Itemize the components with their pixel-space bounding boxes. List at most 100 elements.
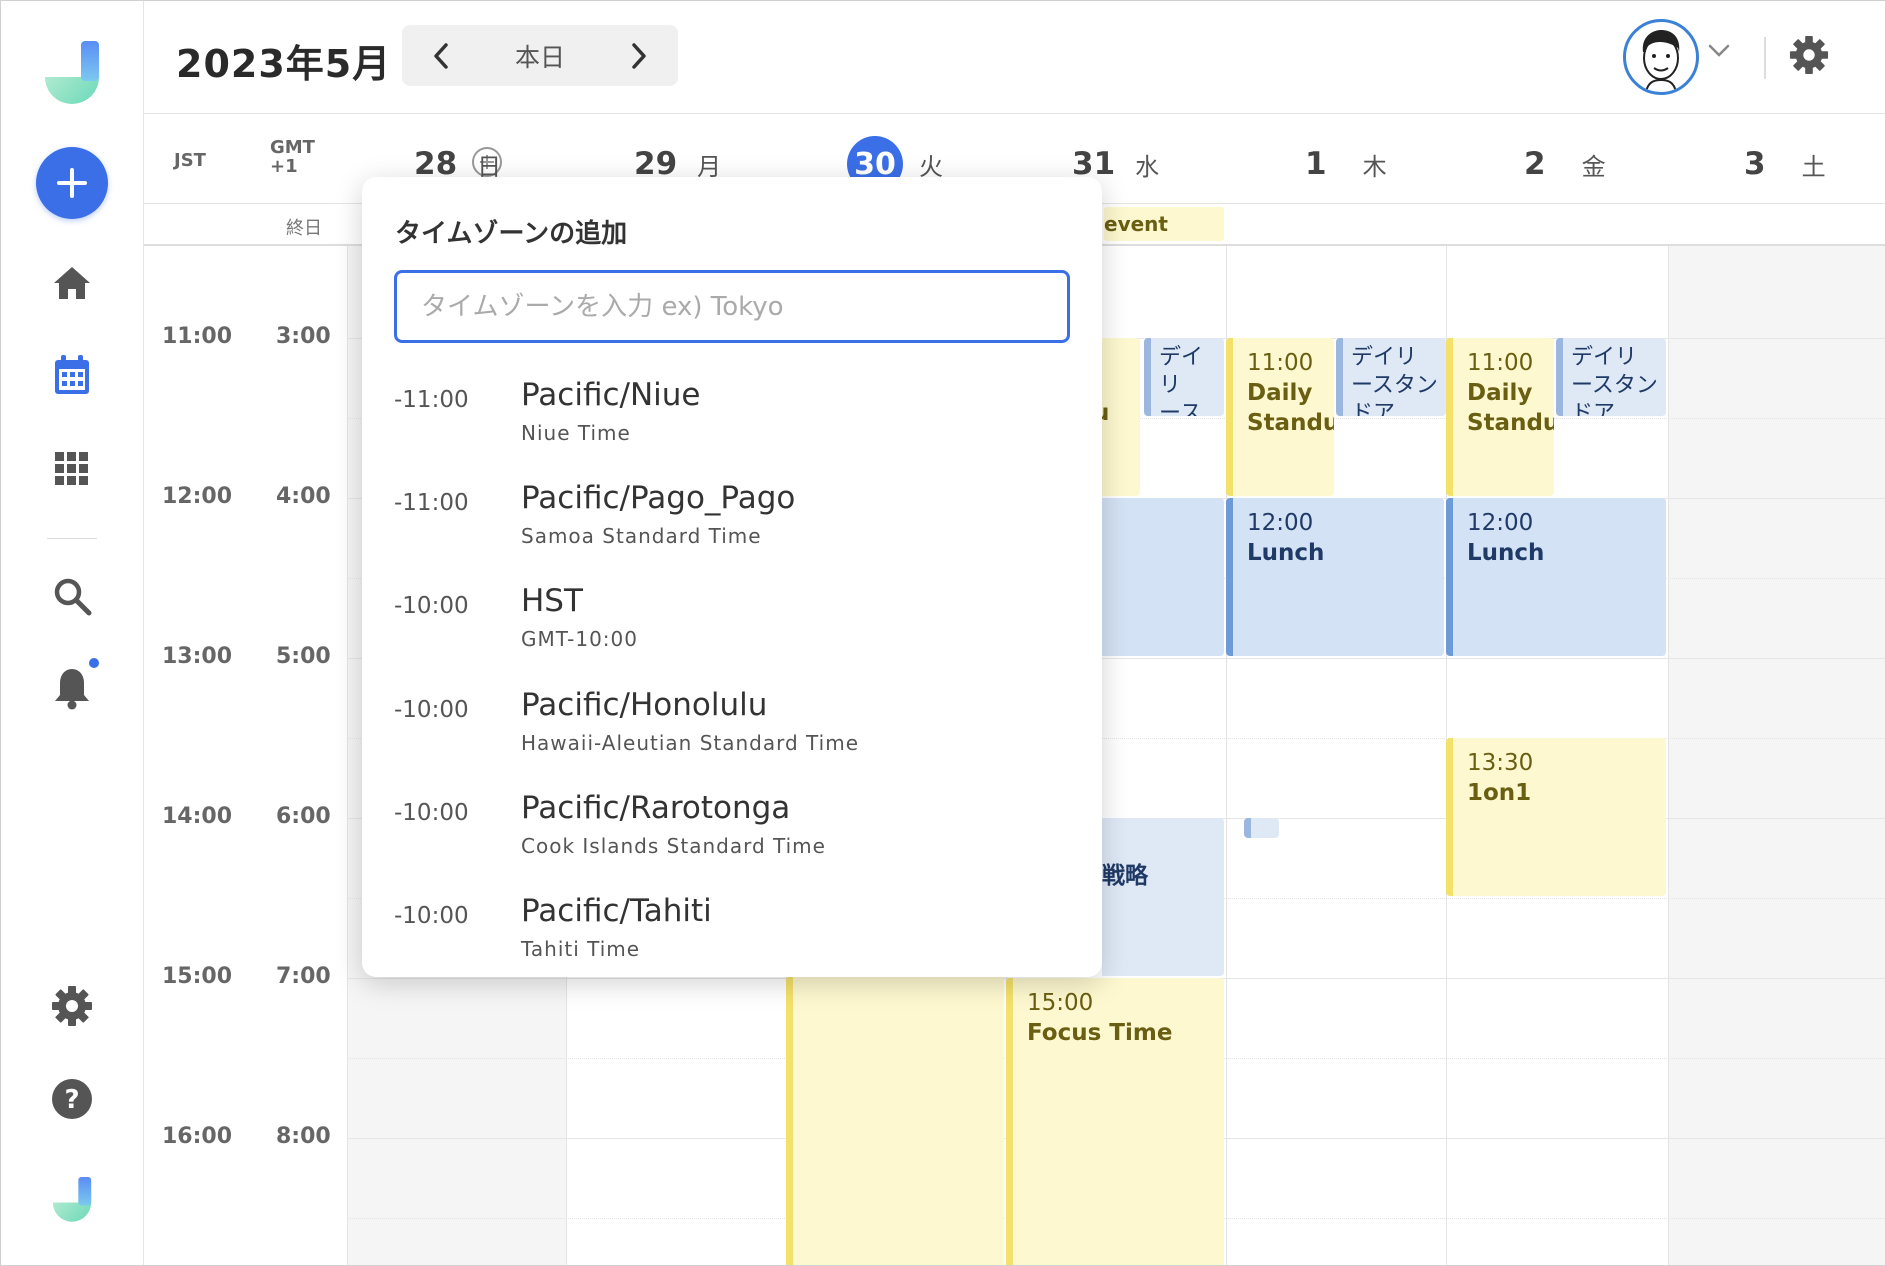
day-header-sat[interactable]: 3 土 — [1744, 139, 1826, 189]
notification-badge — [87, 656, 101, 670]
weekend-column-sat — [1668, 246, 1885, 1265]
chevron-down-icon — [1708, 44, 1730, 57]
month-title: 2023年5月 — [176, 42, 392, 86]
home-icon — [54, 267, 90, 299]
event-focus-wed[interactable]: 15:00 Focus Time — [1006, 978, 1224, 1265]
timezone-search-input[interactable] — [394, 270, 1070, 343]
day-number: 3 — [1744, 146, 1766, 182]
timezone-offset: -10:00 — [394, 903, 469, 929]
timezone-offset: -10:00 — [394, 697, 469, 723]
nav-home[interactable] — [37, 248, 107, 318]
time-label-secondary: 3:00 — [276, 324, 331, 349]
today-button[interactable]: 本日 — [515, 38, 565, 74]
event-title: 戦略 — [1102, 863, 1148, 889]
day-name: 木 — [1362, 152, 1387, 181]
gear-icon — [52, 986, 92, 1026]
search-icon — [54, 578, 92, 616]
timezone-name: Pacific/Tahiti — [521, 893, 712, 929]
all-day-event[interactable]: event — [1104, 207, 1224, 241]
event-1on1-fri[interactable]: 13:30 1on1 — [1446, 738, 1666, 896]
event-title: Daily Standup — [1467, 380, 1554, 436]
event-time: 12:00 — [1247, 510, 1314, 536]
event-block-tue[interactable] — [786, 976, 1004, 1265]
timezone-option[interactable]: -10:00 Pacific/Tahiti Tahiti Time — [362, 883, 1102, 983]
event-strategy-wed[interactable]: 戦略 — [1102, 818, 1224, 976]
event-lunch-wed[interactable] — [1102, 498, 1224, 656]
primary-timezone-label[interactable]: JST — [174, 150, 206, 171]
event-title: Lunch — [1247, 540, 1325, 566]
event-daily-fri[interactable]: デイリ ースタン ドア — [1556, 338, 1666, 416]
day-name: 土 — [1801, 152, 1826, 181]
user-avatar[interactable] — [1623, 19, 1699, 95]
timezone-option[interactable]: -11:00 Pacific/Pago_Pago Samoa Standard … — [362, 470, 1102, 570]
timezone-description: Hawaii-Aleutian Standard Time — [521, 731, 859, 755]
time-label: 15:00 — [162, 964, 233, 989]
popover-title: タイムゾーンの追加 — [395, 219, 628, 249]
day-name: 水 — [1135, 152, 1160, 181]
event-standup-thu[interactable]: 11:00 Daily Standup — [1226, 338, 1334, 496]
event-title: Lunch — [1467, 540, 1545, 566]
timezone-option[interactable]: -10:00 Pacific/Rarotonga Cook Islands St… — [362, 780, 1102, 880]
timezone-description: Niue Time — [521, 421, 631, 445]
all-day-label: 終日 — [286, 218, 322, 239]
nav-settings[interactable] — [37, 971, 107, 1041]
event-title: デイリ ースタン ドア — [1571, 345, 1658, 416]
timezone-description: Cook Islands Standard Time — [521, 834, 826, 858]
day-header-thu[interactable]: 1 木 — [1305, 139, 1387, 189]
nav-calendar[interactable] — [37, 340, 107, 410]
next-button[interactable] — [624, 36, 654, 76]
event-lunch-thu[interactable]: 12:00 Lunch — [1226, 498, 1444, 656]
event-title: Focus Time — [1027, 1020, 1173, 1046]
calendar-window: ? 2023年5月 本日 JST GMT +1 28 日 29 月 30 火 3… — [0, 0, 1886, 1266]
app-logo-small[interactable] — [37, 1164, 107, 1234]
day-header-fri[interactable]: 2 金 — [1524, 139, 1606, 189]
chevron-right-icon — [632, 42, 646, 69]
account-menu-toggle[interactable] — [1707, 43, 1731, 63]
svg-text:?: ? — [64, 1085, 79, 1115]
bell-icon — [55, 669, 89, 710]
event-time: 11:00 — [1247, 350, 1314, 376]
timezone-description: GMT-10:00 — [521, 627, 638, 651]
help-icon: ? — [52, 1079, 92, 1119]
prev-button[interactable] — [426, 36, 456, 76]
day-number: 2 — [1524, 146, 1546, 182]
event-time: 12:00 — [1467, 510, 1534, 536]
nav-apps[interactable] — [37, 434, 107, 504]
timezone-offset: -11:00 — [394, 387, 469, 413]
timezone-option[interactable]: -10:00 Pacific/Honolulu Hawaii-Aleutian … — [362, 677, 1102, 777]
day-number: 1 — [1305, 146, 1327, 182]
timezone-description: Tahiti Time — [521, 937, 641, 961]
gear-icon — [1789, 35, 1829, 75]
header-settings-button[interactable] — [1789, 35, 1829, 79]
date-navigation: 本日 — [402, 25, 678, 86]
timezone-name: HST — [521, 583, 583, 619]
event-daily-thu[interactable]: デイリ ースタン ドア — [1336, 338, 1446, 416]
event-title: デイリ ースタン ドア — [1351, 345, 1438, 416]
timezone-offset: -10:00 — [394, 593, 469, 619]
event-title: Daily Standup — [1247, 380, 1334, 436]
event-standup-fri[interactable]: 11:00 Daily Standup — [1446, 338, 1554, 496]
event-lunch-fri[interactable]: 12:00 Lunch — [1446, 498, 1666, 656]
event-time: 11:00 — [1467, 350, 1534, 376]
timezone-option[interactable]: -11:00 Pacific/Niue Niue Time — [362, 367, 1102, 467]
nav-search[interactable] — [37, 561, 107, 631]
day-name: 金 — [1581, 152, 1606, 181]
time-label: 14:00 — [162, 804, 233, 829]
plus-icon — [57, 168, 87, 198]
time-label: 11:00 — [162, 324, 233, 349]
add-event-button[interactable] — [36, 147, 108, 219]
time-label-secondary: 4:00 — [276, 484, 331, 509]
timezone-offset: -11:00 — [394, 490, 469, 516]
chevron-left-icon — [434, 42, 448, 69]
header-divider — [1764, 37, 1766, 79]
app-logo[interactable] — [37, 37, 107, 107]
timezone-name: Pacific/Niue — [521, 377, 701, 413]
secondary-timezone-label[interactable]: GMT +1 — [270, 138, 315, 176]
calendar-icon — [55, 355, 89, 394]
event-time: 13:30 — [1467, 750, 1534, 776]
event-daily-wed[interactable]: デイリ ースタン ドア — [1144, 338, 1224, 416]
timezone-name: Pacific/Honolulu — [521, 687, 768, 723]
nav-help[interactable]: ? — [37, 1064, 107, 1134]
timezone-option[interactable]: -10:00 HST GMT-10:00 — [362, 573, 1102, 673]
event-title: event — [1104, 212, 1168, 236]
